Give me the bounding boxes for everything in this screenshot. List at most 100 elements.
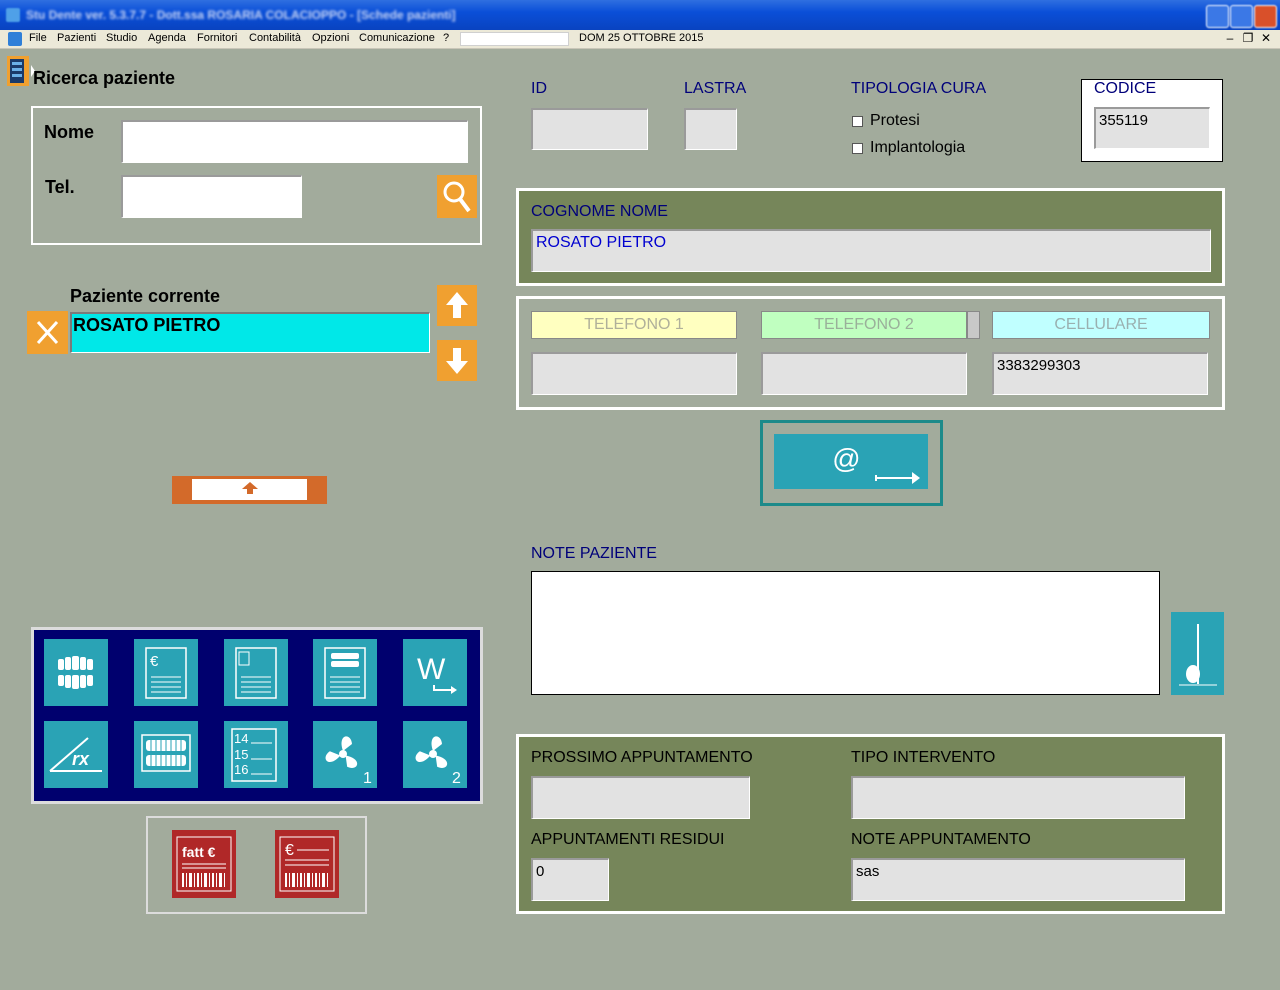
dental-arch-icon [141,734,191,772]
teeth-button[interactable] [44,639,108,706]
w-export-button[interactable]: W [403,639,467,706]
tel2-label: TELEFONO 2 [761,311,967,339]
prossimo-field[interactable] [531,776,750,819]
tipo-label: TIPO INTERVENTO [851,749,996,766]
tel2-scroll[interactable] [967,311,980,339]
minimize-button[interactable] [1206,5,1229,28]
note-audio-button[interactable] [1171,612,1224,695]
fattura-button[interactable]: fatt € [172,830,236,898]
blank-document-button[interactable] [224,639,288,706]
teeth-icon [58,656,93,689]
implantologia-checkbox[interactable] [852,143,863,154]
cognome-label: COGNOME NOME [531,203,668,220]
email-send-icon: @ [832,443,920,484]
euro-document-icon: € [145,647,187,699]
menu-file[interactable]: File [29,32,47,44]
svg-text:W: W [417,653,446,686]
menu-agenda[interactable]: Agenda [148,32,186,44]
close-icon [36,320,59,345]
cell-field[interactable]: 3383299303 [992,352,1208,395]
euro-document-button[interactable]: € [134,639,198,706]
menu-pazienti[interactable]: Pazienti [57,32,96,44]
arrow-up-icon [446,292,468,318]
note-appuntamento-field[interactable]: sas [851,858,1185,901]
arrow-down-icon [446,348,468,374]
id-label: ID [531,80,547,97]
blank-document-icon [235,647,277,699]
current-label: Paziente corrente [70,286,221,306]
tel2-field[interactable] [761,352,967,395]
tipo-field[interactable] [851,776,1185,819]
menu-fornitori[interactable]: Fornitori [197,32,237,44]
codice-field[interactable]: 355119 [1094,107,1210,149]
eject-up-icon [242,482,258,494]
clear-patient-button[interactable] [27,311,68,354]
svg-text:15: 15 [234,747,248,762]
tel-input[interactable] [121,175,302,218]
numbered-list-icon: 14 15 16 [231,728,277,782]
search-title: Ricerca paziente [33,68,176,88]
note-field[interactable] [531,571,1160,695]
invoice-barcode-icon: fatt € [176,836,232,892]
menu-bar: File Pazienti Studio Agenda Fornitori Co… [0,30,1280,49]
menu-status-box [460,32,569,46]
tel1-field[interactable] [531,352,737,395]
note-label: NOTE PAZIENTE [531,545,657,562]
cell-label: CELLULARE [992,311,1210,339]
menu-contabilita[interactable]: Contabilità [249,32,301,44]
current-patient-field[interactable]: ROSATO PIETRO [70,312,430,353]
teeth-document-button[interactable] [313,639,377,706]
mdi-close-button[interactable]: ✕ [1258,31,1274,46]
send-email-button[interactable]: @ [774,434,928,489]
app-icon [6,8,20,22]
implantologia-label: Implantologia [870,139,966,156]
rx-icon: rx [49,737,102,772]
photo-slot-button[interactable] [172,476,327,504]
fan-1-icon: 1 [325,736,372,787]
lastra-field[interactable] [684,108,737,150]
search-icon [443,181,471,213]
menu-opzioni[interactable]: Opzioni [312,32,349,44]
form-icon [5,55,35,87]
previous-patient-button[interactable] [437,285,477,326]
codice-label: CODICE [1094,80,1157,97]
menu-help[interactable]: ? [443,32,449,44]
svg-text:16: 16 [234,762,248,777]
dental-arch-button[interactable] [134,721,198,788]
euro-label: € [285,842,294,859]
search-button[interactable] [437,175,477,218]
next-patient-button[interactable] [437,340,477,381]
fan-1-button[interactable]: 1 [313,721,377,788]
menu-studio[interactable]: Studio [106,32,137,44]
tipologia-label: TIPOLOGIA CURA [851,80,987,97]
rx-button[interactable]: rx [44,721,108,788]
mdi-restore-button[interactable]: ❐ [1240,31,1256,46]
tel-label: Tel. [45,177,75,197]
close-button[interactable] [1254,5,1277,28]
mdi-minimize-button[interactable]: – [1222,31,1238,46]
id-field[interactable] [531,108,648,150]
nome-label: Nome [44,122,95,142]
svg-text:€: € [150,653,159,670]
window-title: Stu Dente ver. 5.3.7.7 - Dott.ssa ROSARI… [26,8,456,22]
cognome-field[interactable]: ROSATO PIETRO [531,229,1211,272]
receipt-button[interactable]: € [275,830,339,898]
prossimo-label: PROSSIMO APPUNTAMENTO [531,749,753,766]
mdi-child-icon[interactable] [8,32,22,46]
nome-input[interactable] [121,120,468,163]
fatt-label: fatt € [182,844,216,860]
lastra-label: LASTRA [684,80,747,97]
teeth-document-icon [324,647,366,699]
maximize-button[interactable] [1230,5,1253,28]
menu-comunicazione[interactable]: Comunicazione [359,32,435,44]
w-export-icon: W [417,653,457,694]
menu-date: DOM 25 OTTOBRE 2015 [579,32,704,44]
residui-label: APPUNTAMENTI RESIDUI [531,831,725,848]
fan-1-number: 1 [363,770,372,787]
residui-field[interactable]: 0 [531,858,609,901]
protesi-checkbox[interactable] [852,116,863,127]
numbered-list-button[interactable]: 14 15 16 [224,721,288,788]
euro-barcode-icon: € [279,836,335,892]
svg-text:@: @ [832,443,860,474]
fan-2-button[interactable]: 2 [403,721,467,788]
